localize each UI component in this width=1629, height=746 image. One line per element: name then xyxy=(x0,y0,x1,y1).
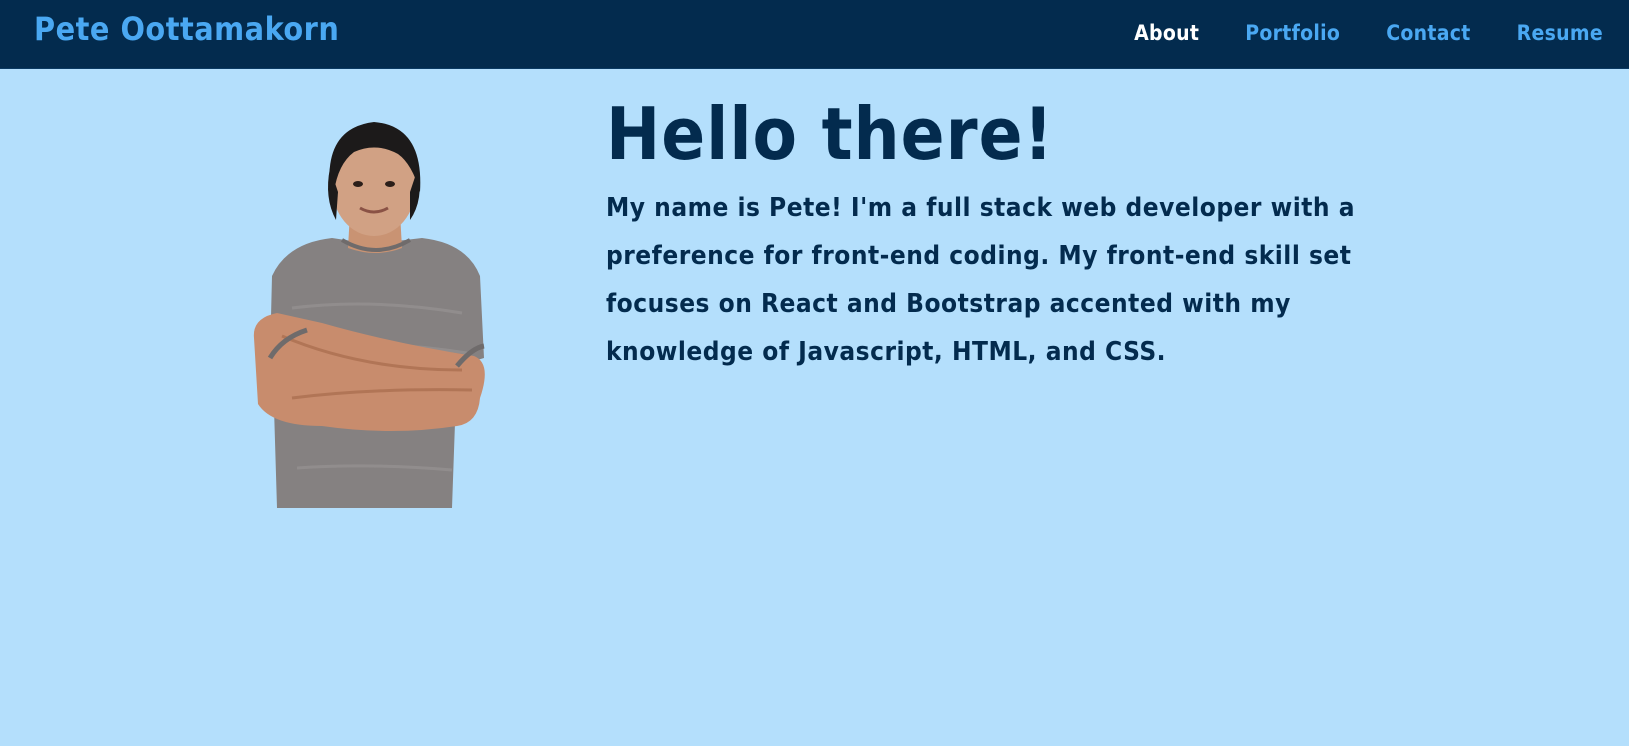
nav-links: About Portfolio Contact Resume xyxy=(1134,21,1603,45)
navbar: Pete Oottamakorn About Portfolio Contact… xyxy=(0,0,1629,69)
bio-paragraph: My name is Pete! I'm a full stack web de… xyxy=(606,192,1355,367)
nav-link-about[interactable]: About xyxy=(1134,21,1199,45)
profile-photo xyxy=(252,108,500,508)
nav-link-contact[interactable]: Contact xyxy=(1386,21,1470,45)
page-heading: Hello there! xyxy=(606,92,1055,176)
brand-link[interactable]: Pete Oottamakorn xyxy=(34,10,339,48)
intro-section: Hello there! My name is Pete! I'm a full… xyxy=(606,92,1426,376)
nav-link-resume[interactable]: Resume xyxy=(1517,21,1603,45)
nav-link-portfolio[interactable]: Portfolio xyxy=(1245,21,1340,45)
